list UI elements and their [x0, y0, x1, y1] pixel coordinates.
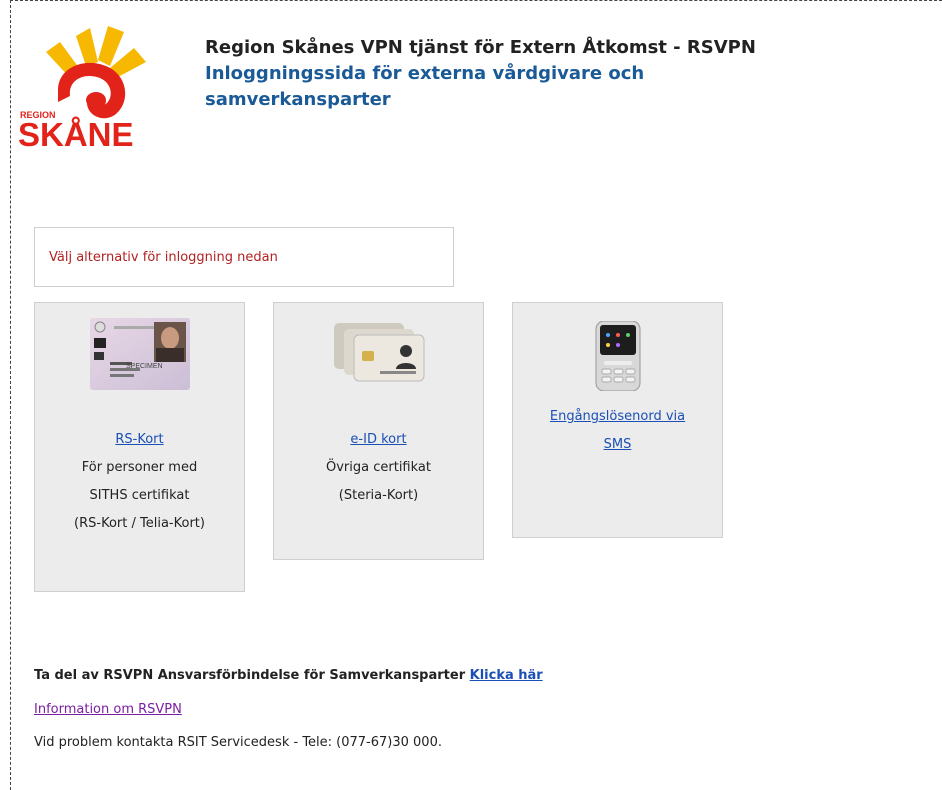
sms-link-line-2[interactable]: SMS [604, 437, 632, 452]
page-title: Region Skånes VPN tjänst för Extern Åtko… [205, 37, 756, 58]
smart-cards-icon [330, 317, 426, 387]
agreement-row: Ta del av RSVPN Ansvarsförbindelse för S… [34, 668, 543, 683]
rs-kort-desc-1: För personer med [81, 460, 198, 475]
info-row: Information om RSVPN [34, 702, 182, 717]
sms-link-line-1[interactable]: Engångslösenord via [550, 409, 685, 424]
rs-kort-desc-3: (RS-Kort / Telia-Kort) [74, 516, 205, 531]
login-option-eid-kort[interactable]: e-ID kort Övriga certifikat (Steria-Kort… [273, 302, 484, 560]
header: Region Skånes VPN tjänst för Extern Åtko… [205, 35, 905, 113]
card-specimen-text: SPECIMEN [126, 363, 163, 370]
logo-name-text: SKÅNE [18, 116, 134, 148]
eid-kort-desc-1: Övriga certifikat [326, 460, 431, 475]
mobile-phone-icon [594, 320, 644, 395]
eid-kort-desc-2: (Steria-Kort) [338, 488, 419, 503]
login-prompt-box: Välj alternativ för inloggning nedan [34, 227, 454, 287]
rs-kort-link[interactable]: RS-Kort [115, 432, 163, 447]
login-option-rs-kort[interactable]: SPECIMEN RS-Kort För personer med SITHS … [34, 302, 245, 592]
rs-kort-desc-2: SITHS certifikat [89, 488, 190, 503]
info-link[interactable]: Information om RSVPN [34, 702, 182, 717]
eid-kort-link[interactable]: e-ID kort [350, 432, 406, 447]
region-skane-logo: REGION SKÅNE [18, 18, 168, 153]
support-text: Vid problem kontakta RSIT Servicedesk - … [34, 735, 442, 750]
login-option-sms[interactable]: Engångslösenord via SMS [512, 302, 723, 538]
agreement-link[interactable]: Klicka här [470, 668, 543, 683]
id-card-icon: SPECIMEN [90, 318, 190, 394]
agreement-text: Ta del av RSVPN Ansvarsförbindelse för S… [34, 668, 466, 683]
page-subtitle: Inloggningssida för externa vårdgivare o… [205, 63, 645, 110]
login-prompt-text: Välj alternativ för inloggning nedan [49, 250, 278, 265]
